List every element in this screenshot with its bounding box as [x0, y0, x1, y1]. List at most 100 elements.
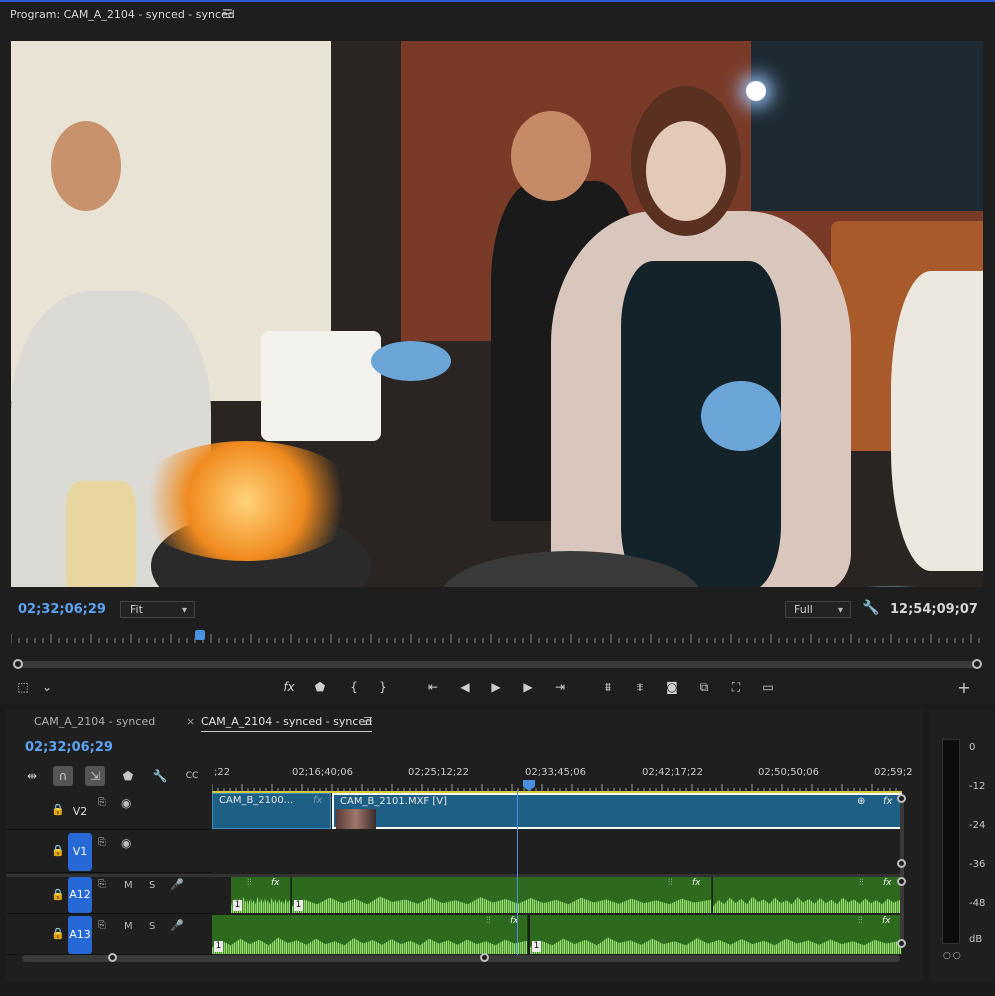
vscroll-handle-mid2[interactable]: [897, 877, 906, 886]
timeline-ruler[interactable]: ;22 02;16;40;06 02;25;12;22 02;33;45;06 …: [212, 761, 913, 793]
db-label: 0: [969, 742, 976, 753]
solo-button[interactable]: S: [149, 921, 155, 932]
channel-badge: 1: [233, 900, 242, 911]
video-frame[interactable]: [11, 41, 983, 587]
toggle-sync-lock-icon[interactable]: ⎘: [98, 920, 106, 931]
timeline-settings-wrench-icon[interactable]: 🔧: [150, 766, 170, 786]
hscroll-handle-left[interactable]: [108, 953, 117, 962]
extract-icon[interactable]: ⩨: [631, 680, 649, 695]
chevron-down-icon: ▾: [837, 605, 843, 616]
vr-icon[interactable]: ⛶: [727, 680, 745, 695]
db-label: -24: [969, 820, 986, 831]
add-marker-icon[interactable]: ⬟: [311, 680, 329, 694]
go-to-in-icon[interactable]: ⇤: [424, 680, 442, 694]
fx-badge: fx: [271, 878, 280, 888]
add-marker-icon[interactable]: ⬟: [118, 766, 138, 786]
step-forward-icon[interactable]: ▶: [519, 680, 537, 694]
go-to-out-icon[interactable]: ⇥: [551, 680, 569, 694]
eye-icon[interactable]: ◉: [121, 836, 131, 850]
tab-sequence-2[interactable]: CAM_A_2104 - synced - synced: [201, 715, 373, 732]
timeline-playhead-line[interactable]: [517, 790, 518, 960]
toggle-sync-lock-icon[interactable]: ⎘: [98, 837, 106, 848]
snap-magnet-icon[interactable]: ∩: [53, 766, 73, 786]
panel-menu-icon[interactable]: ☰: [222, 7, 233, 21]
export-frame-icon[interactable]: ◙: [663, 680, 681, 694]
playback-resolution-select[interactable]: Full ▾: [785, 601, 851, 618]
mute-button[interactable]: M: [124, 921, 133, 932]
mute-button[interactable]: M: [124, 880, 133, 891]
lock-icon[interactable]: 🔒: [51, 888, 65, 901]
audio-clip[interactable]: ⫶⫶ fx 1: [231, 877, 291, 913]
ruler-label: 02;16;40;06: [292, 767, 354, 778]
settings-wrench-icon[interactable]: 🔧: [862, 600, 879, 616]
video-clip-selected[interactable]: CAM_B_2101.MXF [V] ⊕ fx: [332, 793, 902, 829]
vscroll-handle-mid[interactable]: [897, 859, 906, 868]
fx-badge: fx: [883, 796, 893, 807]
fx-icon[interactable]: fx: [280, 680, 298, 694]
vscroll-handle-top[interactable]: [897, 794, 906, 803]
tab-menu-icon[interactable]: ☰: [363, 715, 373, 728]
program-zoom-scrollbar[interactable]: [13, 659, 982, 669]
toggle-sync-lock-icon[interactable]: ⎘: [98, 879, 106, 890]
track-lane-a13[interactable]: ⫶⫶ fx 1 ⫶⫶ fx 1: [212, 915, 902, 955]
linked-selection-icon[interactable]: ⇲: [85, 766, 105, 786]
video-clip[interactable]: CAM_B_2100... fx: [212, 793, 331, 829]
track-lane-v2[interactable]: CAM_B_2100... fx CAM_B_2101.MXF [V] ⊕ fx: [212, 793, 902, 830]
eye-icon[interactable]: ◉: [121, 796, 131, 810]
night-sky: [751, 41, 983, 211]
audio-clip[interactable]: ⫶⫶ fx 1: [292, 877, 712, 913]
chevron-down-icon: ▾: [181, 605, 187, 616]
track-name-v2[interactable]: V2: [68, 793, 92, 830]
resolution-value: Full: [794, 603, 813, 616]
track-name-v1[interactable]: V1: [68, 833, 92, 871]
mark-in-icon[interactable]: {: [345, 680, 363, 694]
lock-icon[interactable]: 🔒: [51, 803, 65, 816]
solo-button[interactable]: S: [149, 880, 155, 891]
lock-icon[interactable]: 🔒: [51, 927, 65, 940]
meter-solo-buttons[interactable]: ○○: [943, 951, 963, 961]
chevron-down-icon[interactable]: ⌄: [38, 680, 56, 694]
insert-overwrite-icon[interactable]: ⇹: [22, 766, 42, 786]
waveform-icon: ⫶⫶: [247, 878, 252, 888]
current-timecode[interactable]: 02;32;06;29: [18, 602, 106, 617]
timeline-timecode[interactable]: 02;32;06;29: [25, 740, 113, 755]
track-name-a13[interactable]: A13: [68, 916, 92, 954]
lift-icon[interactable]: ⩩: [599, 680, 617, 695]
ruler-label: 02;50;50;06: [758, 767, 820, 778]
compare-icon[interactable]: ⧉: [695, 680, 713, 695]
step-back-icon[interactable]: ◀: [456, 680, 474, 694]
microphone-icon[interactable]: 🎤: [170, 878, 184, 891]
audio-clip[interactable]: ⫶⫶ fx 1: [212, 915, 528, 954]
vscroll-handle-bottom[interactable]: [897, 939, 906, 948]
microphone-icon[interactable]: 🎤: [170, 919, 184, 932]
captions-icon[interactable]: CC: [182, 766, 202, 786]
audio-clip[interactable]: ⫶⫶ fx: [713, 877, 902, 913]
track-lane-v1[interactable]: [212, 831, 902, 873]
mark-out-icon[interactable]: }: [374, 680, 392, 694]
add-button-icon[interactable]: +: [955, 678, 973, 697]
timeline-vertical-scrollbar[interactable]: [897, 794, 906, 948]
paper-towel: [261, 331, 381, 441]
track-lane-a12[interactable]: ⫶⫶ fx 1 ⫶⫶ fx 1 ⫶⫶ fx: [212, 877, 902, 914]
audio-waveform: [530, 937, 901, 954]
tab-sequence-1[interactable]: CAM_A_2104 - synced: [34, 715, 155, 728]
zoom-level-select[interactable]: Fit ▾: [120, 601, 195, 618]
play-icon[interactable]: ▶: [487, 680, 505, 694]
hscroll-handle-right[interactable]: [480, 953, 489, 962]
toggle-sync-lock-icon[interactable]: ⎘: [98, 797, 106, 808]
audio-clip[interactable]: ⫶⫶ fx 1: [530, 915, 902, 954]
timeline-horizontal-scrollbar[interactable]: [22, 953, 900, 962]
ruler-label: ;22: [214, 767, 231, 778]
lock-icon[interactable]: 🔒: [51, 844, 65, 857]
marker-tool-icon[interactable]: ⬚: [14, 680, 32, 694]
close-tab-icon[interactable]: ×: [186, 715, 195, 728]
zoom-handle-left[interactable]: [13, 659, 23, 669]
program-playhead[interactable]: [195, 630, 205, 640]
glove-center: [701, 381, 781, 451]
program-time-ruler[interactable]: [11, 630, 983, 644]
track-name-a12[interactable]: A12: [68, 877, 92, 913]
audio-meter-panel: 0 -12 -24 -36 -48 dB ○○: [929, 709, 995, 981]
zoom-handle-right[interactable]: [972, 659, 982, 669]
audio-waveform: [292, 896, 711, 913]
multicam-icon[interactable]: ▭: [759, 680, 777, 694]
